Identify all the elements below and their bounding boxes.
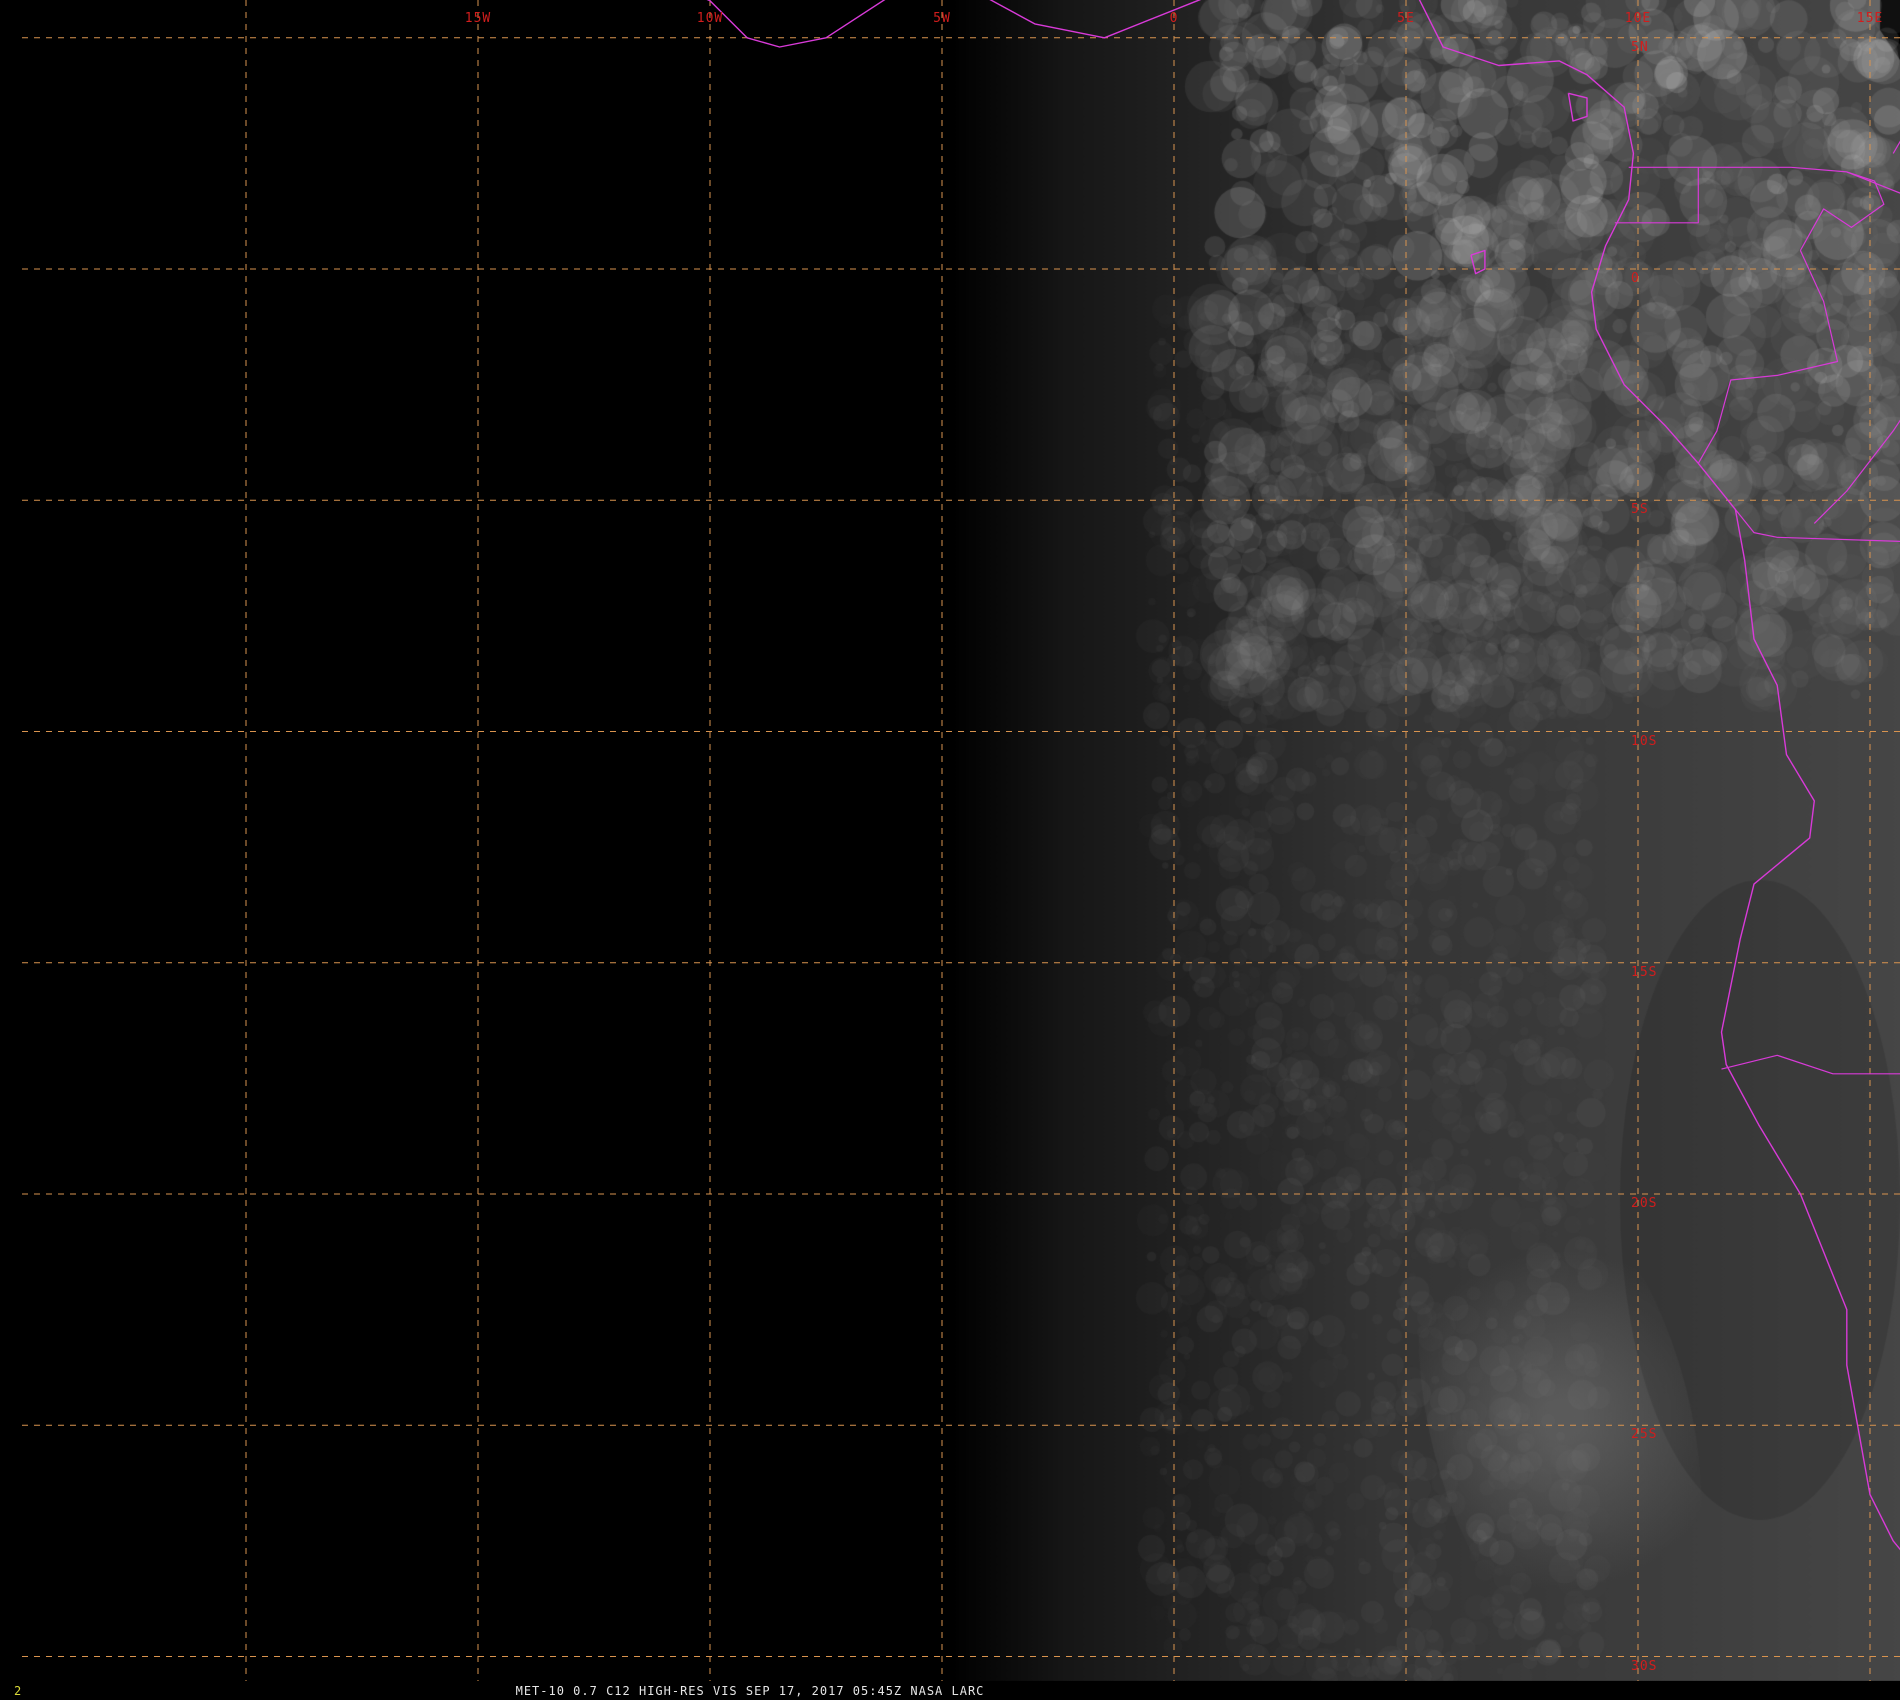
angola-namibia — [1721, 1054, 1900, 1075]
latitude-label: 30S — [1631, 1658, 1658, 1674]
cameroon-equatorial-guinea-gabon — [1614, 166, 1699, 224]
longitude-label: 0 — [1169, 11, 1179, 26]
ghana-togo-benin-coast — [989, 0, 1202, 39]
bioko-island — [1567, 92, 1588, 122]
longitude-label: 10W — [696, 11, 724, 26]
latitude-label: 5N — [1631, 39, 1649, 55]
map-overlay — [22, 0, 1900, 1681]
longitude-label: 5E — [1397, 11, 1415, 26]
drc-angola-north — [1734, 509, 1900, 542]
sao-tome-island — [1470, 249, 1486, 275]
west-africa-gulf-of-guinea-coast — [706, 0, 886, 48]
drc-eastern — [1892, 140, 1900, 154]
longitude-label: 15W — [464, 11, 492, 26]
latitude-label: 5S — [1631, 502, 1649, 518]
congo-drc-river — [1813, 171, 1900, 524]
longitude-label: 5W — [933, 11, 951, 26]
latitude-label: 15S — [1631, 964, 1658, 980]
coastlines-and-borders — [706, 0, 1900, 1551]
gabon-congo — [1697, 250, 1839, 464]
latitude-label: 25S — [1631, 1427, 1658, 1443]
lat-lon-grid — [22, 0, 1900, 1681]
cameroon-congo — [1698, 166, 1885, 251]
longitude-label: 10E — [1624, 11, 1652, 26]
longitude-label: 15E — [1856, 11, 1884, 26]
latitude-label: 10S — [1631, 733, 1658, 749]
latitude-label: 0 — [1631, 271, 1640, 286]
latitude-label: 20S — [1631, 1196, 1658, 1211]
nigeria-cameroon-gabon-coast — [1418, 0, 1900, 1551]
image-caption: MET-10 0.7 C12 HIGH-RES VIS SEP 17, 2017… — [515, 1684, 985, 1698]
